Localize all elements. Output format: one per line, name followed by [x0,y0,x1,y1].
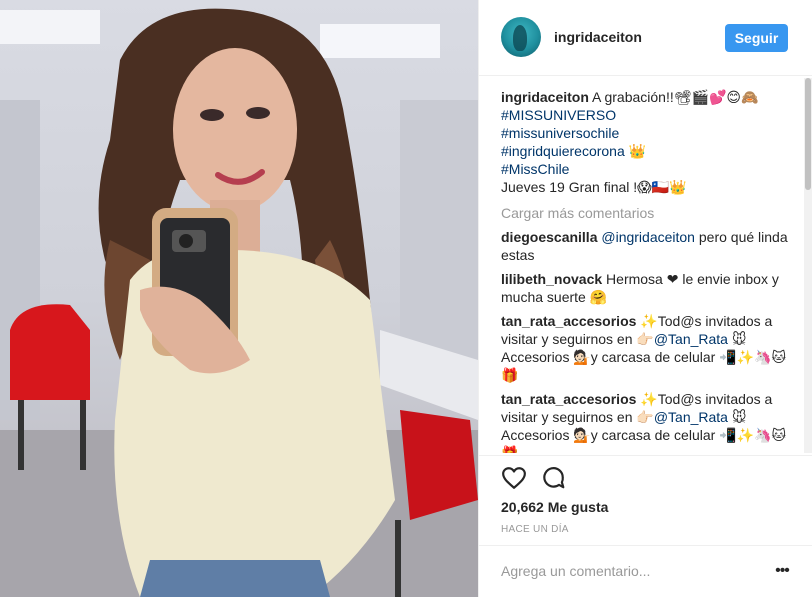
caption-username[interactable]: ingridaceiton [501,89,589,105]
comment-username[interactable]: tan_rata_accesorios [501,391,636,407]
comment-item: diegoescanilla @ingridaceiton pero qué l… [501,228,791,264]
comments-list: ingridaceiton A grabación!!📽🎬💕😊🙈 #MISSUN… [501,88,791,453]
photo-illustration [0,8,478,597]
hashtag-link[interactable]: #missuniversochile [501,124,791,142]
comment-username[interactable]: diegoescanilla [501,229,597,245]
ceiling-light [320,24,440,58]
comment-username[interactable]: lilibeth_novack [501,271,602,287]
ellipsis-icon[interactable]: ••• [771,560,793,582]
face [173,48,297,212]
load-more-comments-link[interactable]: Cargar más comentarios [501,204,791,222]
ceiling-light [0,10,100,44]
comments-scrollbar[interactable] [804,78,812,453]
post-photo [0,0,478,597]
header-username[interactable]: ingridaceiton [554,29,642,45]
add-comment-bar: ••• [479,545,812,597]
comment-username[interactable]: tan_rata_accesorios [501,313,636,329]
comment-item: tan_rata_accesorios ✨Tod@s invitados a v… [501,312,791,384]
comment-mention[interactable]: @Tan_Rata [654,409,728,425]
caption-tag-line: #ingridquierecorona 👑 [501,142,791,160]
hashtag-link[interactable]: #MISSUNIVERSO [501,106,791,124]
hashtag-link[interactable]: #MissChile [501,160,791,178]
caption-text: A grabación!!📽🎬💕😊🙈 [588,89,759,105]
instagram-post-modal: ingridaceiton Seguir ingridaceiton A gra… [0,0,812,597]
post-sidebar: ingridaceiton Seguir ingridaceiton A gra… [478,0,812,597]
post-timestamp[interactable]: HACE UN DÍA [501,524,569,535]
post-caption: ingridaceiton A grabación!!📽🎬💕😊🙈 #MISSUN… [501,88,791,196]
comment-mention[interactable]: @ingridaceiton [601,229,695,245]
comment-item: lilibeth_novack Hermosa ❤ le envie inbox… [501,270,791,306]
comment-input[interactable] [501,560,751,582]
caption-final-line: Jueves 19 Gran final !😱🇨🇱👑 [501,179,687,195]
scrollbar-thumb[interactable] [805,78,811,190]
comment-mention[interactable]: @Tan_Rata [654,331,728,347]
hashtag-link[interactable]: #ingridquierecorona [501,143,625,159]
avatar[interactable] [501,17,541,57]
heart-outline-icon[interactable] [501,465,527,491]
caption-tag-suffix: 👑 [624,143,647,159]
post-header: ingridaceiton Seguir [479,0,812,76]
caption-first-line: ingridaceiton A grabación!!📽🎬💕😊🙈 [501,88,791,106]
red-chair [10,304,90,400]
likes-count[interactable]: 20,662 Me gusta [501,499,608,515]
post-actions: 20,662 Me gusta HACE UN DÍA [479,455,812,545]
speech-bubble-icon[interactable] [540,465,566,491]
follow-button[interactable]: Seguir [725,24,788,52]
comment-item: tan_rata_accesorios ✨Tod@s invitados a v… [501,390,791,453]
